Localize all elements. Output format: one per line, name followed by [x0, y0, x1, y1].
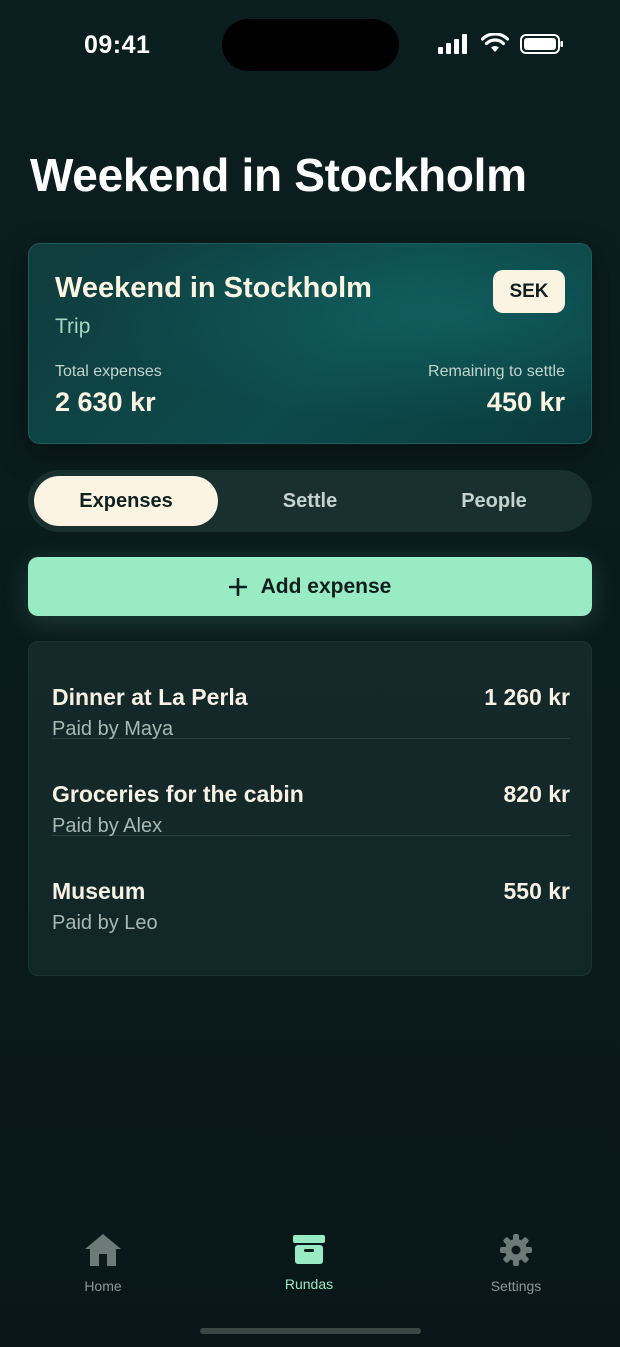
tab-settle[interactable]: Settle	[218, 476, 402, 526]
remaining-label: Remaining to settle	[428, 363, 565, 380]
list-item[interactable]: Museum 550 kr Paid by Leo	[52, 836, 570, 934]
list-item[interactable]: Dinner at La Perla 1 260 kr Paid by Maya	[52, 642, 570, 740]
add-expense-button[interactable]: Add expense	[28, 557, 592, 616]
expense-list: Dinner at La Perla 1 260 kr Paid by Maya…	[28, 641, 592, 976]
list-item[interactable]: Groceries for the cabin 820 kr Paid by A…	[52, 739, 570, 837]
remaining-value: 450 kr	[486, 387, 565, 417]
status-icons	[438, 33, 564, 54]
total-expenses-label: Total expenses	[55, 363, 162, 380]
trip-title: Weekend in Stockholm	[55, 272, 372, 304]
plus-icon	[228, 577, 247, 596]
expense-amount: 1 260 kr	[484, 684, 570, 710]
total-expenses-value: 2 630 kr	[55, 387, 156, 417]
trip-summary-card: Weekend in Stockholm Trip SEK Total expe…	[28, 243, 592, 444]
expense-amount: 820 kr	[503, 781, 570, 807]
add-expense-label: Add expense	[260, 574, 392, 598]
segmented-tabs: Expenses Settle People	[28, 470, 592, 532]
nav-item-settings[interactable]: Settings	[456, 1232, 576, 1302]
tab-people[interactable]: People	[402, 476, 586, 526]
gear-icon	[500, 1234, 532, 1266]
status-time: 09:41	[84, 31, 151, 59]
expense-title: Dinner at La Perla	[52, 684, 248, 710]
wifi-icon	[481, 33, 509, 52]
status-bar: 09:41	[0, 0, 620, 92]
expense-title: Museum	[52, 878, 146, 904]
bottom-nav: Home Rundas Settings	[0, 1232, 620, 1312]
dynamic-island	[222, 19, 399, 71]
nav-item-rundas[interactable]: Rundas	[249, 1232, 369, 1302]
battery-icon	[520, 33, 563, 54]
nav-label-settings: Settings	[490, 1278, 542, 1294]
expense-payer: Paid by Alex	[52, 815, 163, 837]
nav-label-home: Home	[84, 1278, 122, 1294]
nav-label-rundas: Rundas	[284, 1276, 334, 1292]
expense-payer: Paid by Maya	[52, 718, 174, 740]
expense-payer: Paid by Leo	[52, 912, 158, 934]
page-title: Weekend in Stockholm	[30, 149, 527, 201]
currency-badge[interactable]: SEK	[493, 270, 565, 313]
archive-box-icon	[293, 1235, 325, 1264]
cellular-signal-icon	[438, 33, 467, 54]
expense-title: Groceries for the cabin	[52, 781, 304, 807]
expense-amount: 550 kr	[503, 878, 570, 904]
nav-item-home[interactable]: Home	[43, 1232, 163, 1302]
house-icon	[85, 1234, 121, 1266]
tab-expenses[interactable]: Expenses	[34, 476, 218, 526]
home-indicator	[200, 1328, 421, 1334]
trip-type: Trip	[55, 315, 91, 338]
